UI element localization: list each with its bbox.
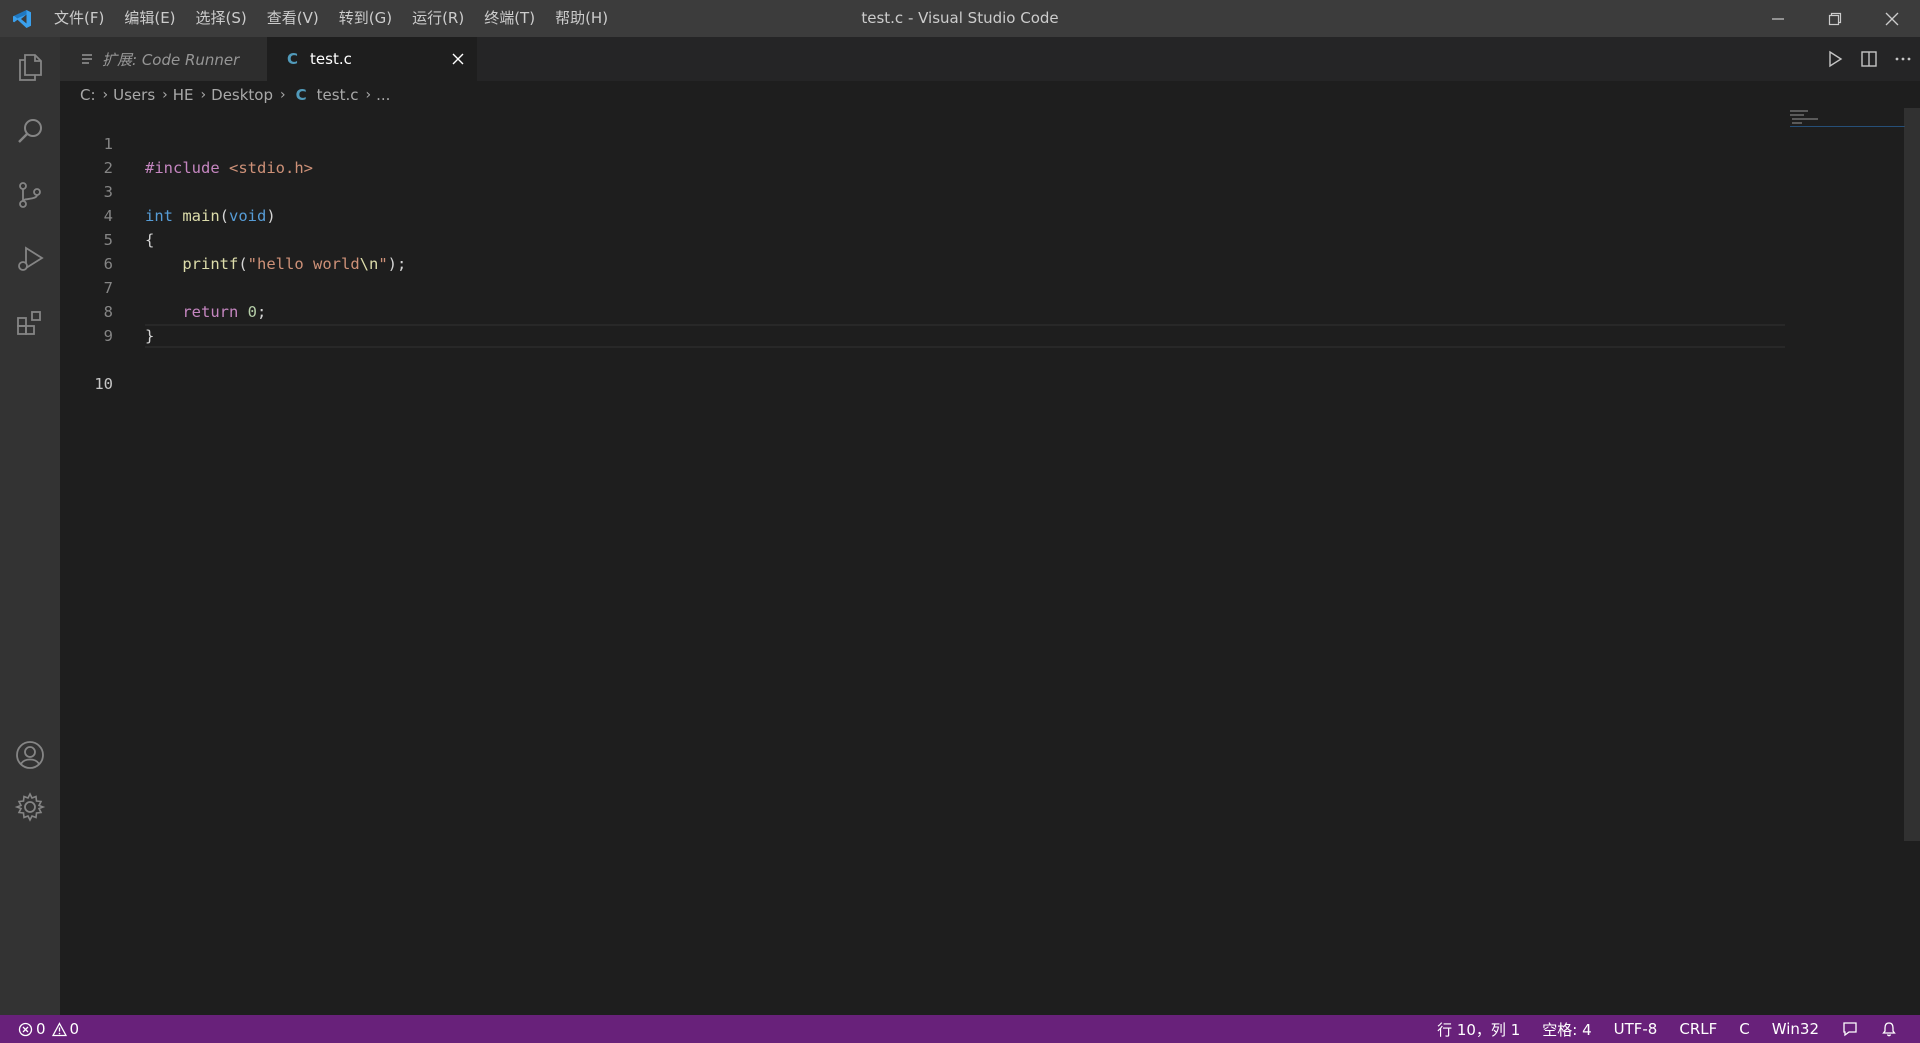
chevron-right-icon: › — [365, 86, 372, 103]
run-debug-icon[interactable] — [0, 229, 60, 289]
c-file-icon: C — [287, 50, 299, 68]
more-actions-button[interactable] — [1886, 37, 1920, 81]
end-of-line[interactable]: CRLF — [1679, 1020, 1717, 1038]
c-file-icon: C — [295, 85, 307, 104]
code-line[interactable]: 6 — [60, 228, 1860, 273]
code-line[interactable]: 2 — [60, 132, 1860, 177]
code-editor[interactable]: 1 #include <stdio.h> 2 3 int main(void) … — [60, 108, 1920, 1015]
warning-count: 0 — [69, 1020, 80, 1038]
warning-icon — [51, 1021, 67, 1037]
menu-file[interactable]: 文件(F) — [44, 0, 114, 37]
tab-extension-code-runner[interactable]: 扩展: Code Runner — [60, 37, 267, 81]
platform-config[interactable]: Win32 — [1772, 1020, 1819, 1038]
chevron-right-icon: › — [280, 86, 286, 103]
breadcrumb: C: › Users › HE › Desktop › C test.c › .… — [60, 81, 1920, 108]
feedback-icon[interactable] — [1841, 1020, 1859, 1038]
menu-go[interactable]: 转到(G) — [329, 0, 402, 37]
cursor-position[interactable]: 行 10，列 1 — [1437, 1019, 1520, 1040]
code-line[interactable]: 1 #include <stdio.h> — [60, 108, 1860, 177]
encoding[interactable]: UTF-8 — [1614, 1020, 1658, 1038]
menu-selection[interactable]: 选择(S) — [186, 0, 257, 37]
bell-icon[interactable] — [1881, 1021, 1897, 1037]
editor-tabs-bar: 扩展: Code Runner C test.c — [60, 37, 1920, 81]
play-icon — [1829, 50, 1843, 68]
activity-bar — [0, 37, 60, 1015]
settings-gear-icon[interactable] — [0, 777, 60, 837]
breadcrumb-file[interactable]: test.c — [317, 86, 359, 104]
minimize-button[interactable] — [1749, 0, 1806, 37]
current-line-highlight — [145, 324, 1785, 348]
menu-view[interactable]: 查看(V) — [257, 0, 329, 37]
restore-icon — [1828, 12, 1841, 25]
minimize-icon — [1771, 17, 1784, 20]
chevron-right-icon: › — [200, 86, 207, 103]
close-window-button[interactable] — [1863, 0, 1920, 37]
breadcrumb-users[interactable]: Users — [113, 86, 155, 104]
tab-label: test.c — [310, 50, 352, 68]
problems-status[interactable]: 0 0 — [18, 1020, 79, 1038]
code-line[interactable]: 3 int main(void) — [60, 156, 1860, 225]
code-line-active[interactable]: 10 — [60, 324, 1860, 393]
code-line[interactable]: 8 } — [60, 276, 1860, 345]
preview-icon — [82, 54, 92, 64]
code-line[interactable]: 7 return 0; — [60, 252, 1860, 321]
run-code-button[interactable] — [1818, 37, 1852, 81]
menu-bar: 文件(F) 编辑(E) 选择(S) 查看(V) 转到(G) 运行(R) 终端(T… — [44, 0, 618, 37]
ellipsis-icon — [1895, 57, 1911, 61]
menu-terminal[interactable]: 终端(T) — [474, 0, 545, 37]
code-line[interactable]: 9 — [60, 300, 1860, 345]
tab-label: 扩展: Code Runner — [102, 50, 240, 69]
vscode-logo-icon — [0, 0, 44, 37]
menu-run[interactable]: 运行(R) — [402, 0, 474, 37]
close-icon — [452, 53, 464, 65]
breadcrumb-he[interactable]: HE — [173, 86, 194, 104]
explorer-icon[interactable] — [0, 37, 60, 97]
close-icon — [1885, 12, 1898, 25]
extensions-icon[interactable] — [0, 293, 60, 353]
source-control-icon[interactable] — [0, 165, 60, 225]
indentation[interactable]: 空格: 4 — [1542, 1019, 1591, 1040]
breadcrumb-drive[interactable]: C: — [80, 86, 96, 104]
title-bar: 文件(F) 编辑(E) 选择(S) 查看(V) 转到(G) 运行(R) 终端(T… — [0, 0, 1920, 37]
status-bar: 0 0 行 10，列 1 空格: 4 UTF-8 CRLF C Win32 — [0, 1015, 1920, 1043]
code-line[interactable]: 4 { — [60, 180, 1860, 249]
menu-edit[interactable]: 编辑(E) — [114, 0, 185, 37]
error-icon — [18, 1022, 33, 1037]
window-controls — [1749, 0, 1920, 37]
account-icon[interactable] — [0, 725, 60, 785]
code-line[interactable]: 5 printf("hello world\n"); — [60, 204, 1860, 273]
tab-close-button[interactable] — [447, 48, 469, 70]
menu-help[interactable]: 帮助(H) — [545, 0, 618, 37]
search-icon[interactable] — [0, 101, 60, 161]
split-editor-button[interactable] — [1852, 37, 1886, 81]
split-editor-icon — [1861, 51, 1877, 67]
editor-actions — [1818, 37, 1920, 81]
chevron-right-icon: › — [162, 86, 168, 103]
minimap[interactable] — [1790, 108, 1905, 128]
breadcrumb-symbols[interactable]: ... — [376, 86, 390, 104]
chevron-right-icon: › — [102, 86, 109, 103]
error-count: 0 — [36, 1020, 46, 1038]
language-mode[interactable]: C — [1739, 1020, 1749, 1038]
tab-test-c[interactable]: C test.c — [267, 37, 477, 81]
breadcrumb-desktop[interactable]: Desktop — [211, 86, 273, 104]
editor-scrollbar[interactable] — [1904, 108, 1920, 841]
line-number: 10 — [94, 375, 113, 393]
restore-button[interactable] — [1806, 0, 1863, 37]
